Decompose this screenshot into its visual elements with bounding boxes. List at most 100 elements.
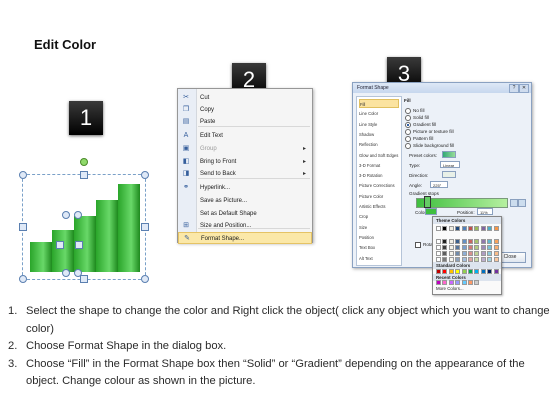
inner-handle[interactable] [56, 241, 64, 249]
color-swatch[interactable] [480, 239, 486, 244]
color-swatch[interactable] [468, 239, 473, 244]
color-swatch[interactable] [455, 280, 461, 285]
color-swatch[interactable] [493, 251, 499, 256]
color-swatch[interactable] [442, 245, 448, 250]
resize-handle[interactable] [141, 223, 149, 231]
color-swatch[interactable] [461, 239, 467, 244]
category-item[interactable]: Picture Color [359, 192, 399, 201]
category-item[interactable]: 3-D Format [359, 161, 399, 170]
color-swatch[interactable] [487, 251, 493, 256]
color-swatch[interactable] [436, 245, 441, 250]
menu-item-hyperlink[interactable]: ⚭ Hyperlink... [178, 182, 312, 194]
color-swatch[interactable] [448, 280, 454, 285]
remove-stop-button[interactable] [518, 199, 526, 207]
fill-option-radio[interactable]: Solid fill [405, 115, 429, 121]
color-swatch[interactable] [461, 245, 467, 250]
menu-item-format-shape[interactable]: ✎ Format Shape... [178, 232, 312, 244]
color-swatch[interactable] [442, 226, 448, 231]
fill-option-radio[interactable]: Gradient fill [405, 122, 436, 128]
shape-bar-2[interactable] [52, 230, 74, 272]
color-swatch[interactable] [436, 239, 441, 244]
close-icon[interactable]: ✕ [519, 84, 529, 93]
color-swatch[interactable] [461, 226, 467, 231]
shape-bar-5[interactable] [118, 184, 140, 272]
color-swatch[interactable] [442, 251, 448, 256]
inner-handle[interactable] [74, 211, 82, 219]
more-colors-link[interactable]: More Colors... [436, 286, 464, 291]
resize-handle[interactable] [141, 275, 149, 283]
color-swatch[interactable] [455, 251, 461, 256]
category-item[interactable]: Size [359, 223, 399, 232]
color-swatch[interactable] [474, 245, 480, 250]
color-swatch[interactable] [474, 239, 480, 244]
color-swatch[interactable] [436, 251, 441, 256]
color-swatch[interactable] [487, 226, 493, 231]
color-swatch[interactable] [436, 226, 441, 231]
add-stop-button[interactable] [510, 199, 518, 207]
preset-dropdown[interactable] [442, 151, 456, 158]
category-item[interactable]: 3-D Rotation [359, 171, 399, 180]
color-swatch[interactable] [474, 226, 480, 231]
rotate-handle[interactable] [80, 158, 88, 166]
category-item[interactable]: Reflection [359, 140, 399, 149]
color-swatch[interactable] [487, 245, 493, 250]
color-swatch[interactable] [474, 251, 480, 256]
color-swatch[interactable] [448, 226, 454, 231]
color-swatch[interactable] [448, 251, 454, 256]
inner-handle[interactable] [62, 269, 70, 277]
category-item[interactable]: Crop [359, 212, 399, 221]
resize-handle[interactable] [80, 171, 88, 179]
resize-handle[interactable] [80, 275, 88, 283]
shape-bar-4[interactable] [96, 200, 118, 272]
color-swatch[interactable] [461, 280, 467, 285]
position-input[interactable]: 11% [477, 208, 493, 215]
color-swatch[interactable] [493, 245, 499, 250]
color-swatch[interactable] [461, 251, 467, 256]
color-swatch[interactable] [455, 239, 461, 244]
category-item[interactable]: Position [359, 233, 399, 242]
resize-handle[interactable] [19, 223, 27, 231]
menu-item-size-and-position[interactable]: ⊞ Size and Position... [178, 220, 312, 232]
color-swatch[interactable] [448, 245, 454, 250]
menu-item-copy[interactable]: ❐ Copy [178, 104, 312, 116]
menu-item-set-as-default-shape[interactable]: Set as Default Shape [178, 208, 312, 220]
menu-item-save-as-picture[interactable]: Save as Picture... [178, 195, 312, 207]
category-item[interactable]: Line Style [359, 120, 399, 129]
shape-bar-1[interactable] [30, 242, 52, 272]
type-dropdown[interactable]: Linear [440, 161, 460, 168]
color-swatch[interactable] [468, 245, 473, 250]
color-swatch[interactable] [474, 280, 480, 285]
category-item[interactable]: Text Box [359, 243, 399, 252]
color-swatch[interactable] [468, 251, 473, 256]
menu-item-edit-text[interactable]: A Edit Text [178, 130, 312, 142]
category-item[interactable]: Picture Corrections [359, 181, 399, 190]
category-item[interactable]: Line Color [359, 109, 399, 118]
inner-handle[interactable] [74, 269, 82, 277]
color-swatch[interactable] [468, 280, 473, 285]
direction-dropdown[interactable] [442, 171, 456, 178]
color-swatch[interactable] [448, 239, 454, 244]
fill-option-radio[interactable]: Slide background fill [405, 143, 454, 149]
color-swatch[interactable] [493, 226, 499, 231]
category-item[interactable]: Alt Text [359, 254, 399, 263]
color-swatch[interactable] [493, 239, 499, 244]
color-swatch[interactable] [455, 245, 461, 250]
category-item[interactable]: Artistic Effects [359, 202, 399, 211]
category-item[interactable]: Glow and Soft Edges [359, 151, 399, 160]
color-swatch[interactable] [487, 239, 493, 244]
menu-item-bring-to-front[interactable]: ◧ Bring to Front ▸ [178, 156, 312, 168]
color-swatch[interactable] [442, 239, 448, 244]
color-swatch[interactable] [436, 280, 441, 285]
menu-item-cut[interactable]: ✂ Cut [178, 92, 312, 104]
gradient-stop-handle[interactable] [424, 196, 431, 208]
category-item[interactable]: Shadow [359, 130, 399, 139]
color-swatch[interactable] [480, 226, 486, 231]
resize-handle[interactable] [141, 171, 149, 179]
resize-handle[interactable] [19, 275, 27, 283]
menu-item-group[interactable]: ▣ Group ▸ [178, 143, 312, 155]
inner-handle[interactable] [75, 241, 83, 249]
color-dropdown[interactable] [425, 208, 437, 215]
fill-option-radio[interactable]: Pattern fill [405, 136, 433, 142]
color-swatch[interactable] [468, 226, 473, 231]
help-button[interactable]: ? [509, 84, 519, 93]
